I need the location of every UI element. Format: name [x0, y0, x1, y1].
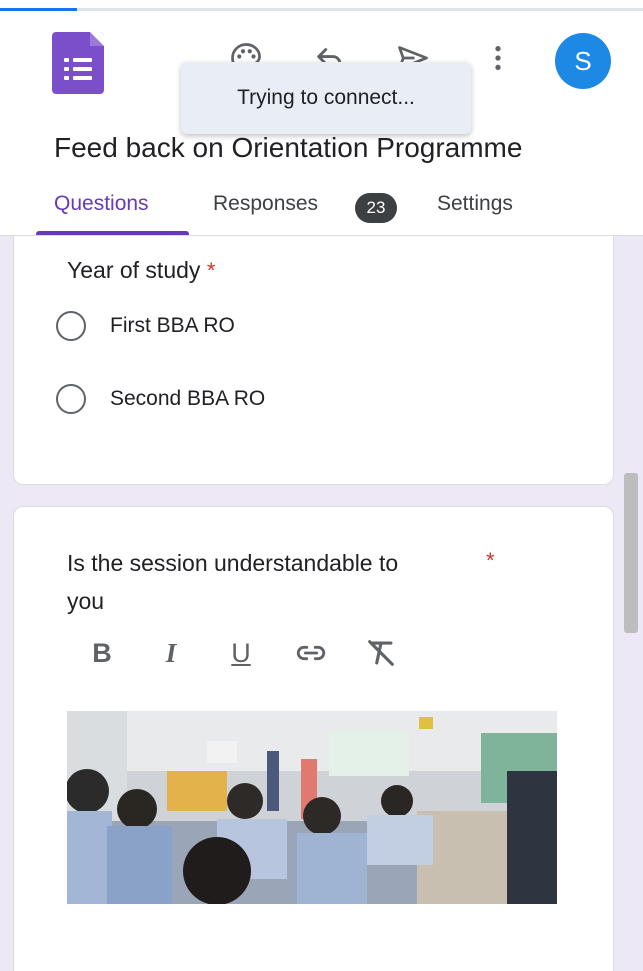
form-title[interactable]: Feed back on Orientation Programme — [54, 132, 522, 164]
radio-button[interactable] — [56, 311, 86, 341]
connection-toast: Trying to connect... — [181, 62, 471, 134]
account-avatar[interactable]: S — [555, 33, 611, 89]
question-title[interactable]: Year of study * — [67, 251, 215, 290]
tab-responses[interactable]: Responses — [213, 192, 318, 216]
required-asterisk: * — [206, 258, 216, 283]
radio-button[interactable] — [56, 384, 86, 414]
more-vert-icon[interactable] — [478, 38, 518, 78]
underline-button[interactable]: U — [221, 633, 261, 673]
option-label: First BBA RO — [110, 314, 235, 337]
tab-settings[interactable]: Settings — [437, 192, 513, 216]
question-title[interactable]: Is the session understandable to you — [67, 544, 398, 620]
app-icon-fold — [90, 32, 104, 46]
radio-option[interactable]: First BBA RO — [56, 311, 235, 341]
scrollbar-thumb[interactable] — [624, 473, 638, 633]
responses-count-badge: 23 — [355, 193, 397, 223]
clear-format-icon[interactable] — [361, 633, 401, 673]
italic-button[interactable]: I — [151, 633, 191, 673]
loading-progress-bar — [0, 8, 643, 11]
form-editor-area[interactable]: Year of study * First BBA RO Second BBA … — [0, 236, 643, 971]
option-label: Second BBA RO — [110, 387, 266, 410]
question-card-session-understandable[interactable]: Is the session understandable to you * B… — [13, 506, 614, 971]
loading-progress-fill — [0, 8, 78, 11]
photo-illustration — [67, 711, 557, 904]
tab-questions[interactable]: Questions — [54, 192, 149, 216]
required-asterisk: * — [486, 548, 495, 573]
question-card-year-of-study[interactable]: Year of study * First BBA RO Second BBA … — [13, 236, 614, 485]
forms-list-icon[interactable] — [52, 32, 104, 94]
link-icon[interactable] — [291, 633, 331, 673]
radio-option[interactable]: Second BBA RO — [56, 384, 265, 414]
classroom-session-photo[interactable] — [67, 711, 557, 904]
bold-button[interactable]: B — [82, 633, 122, 673]
